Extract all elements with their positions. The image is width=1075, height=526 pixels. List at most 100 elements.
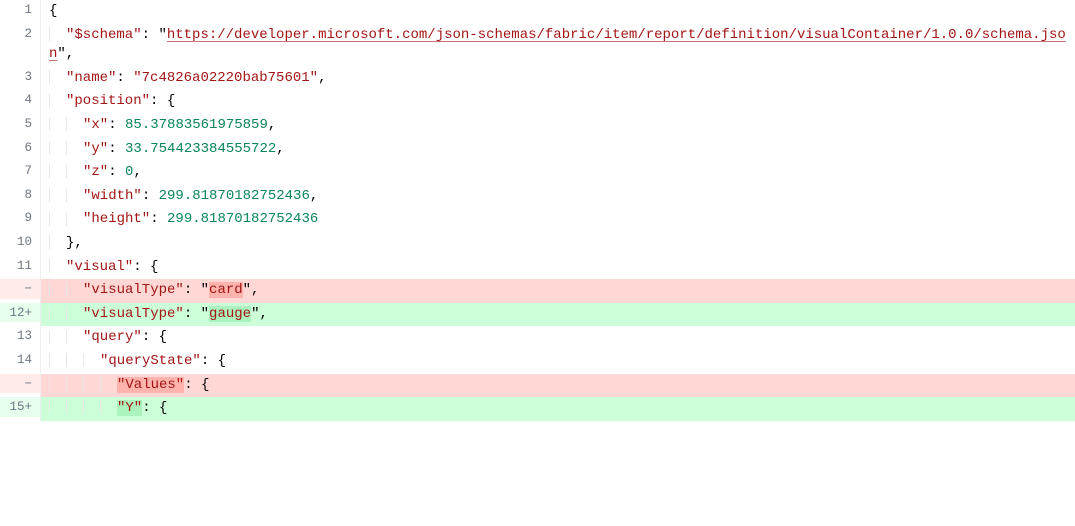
code-line[interactable]: 7"z": 0,	[0, 161, 1075, 185]
line-number: 15+	[0, 397, 40, 417]
token: "width"	[83, 188, 142, 204]
token: {	[201, 377, 209, 393]
code-line[interactable]: 13"query": {	[0, 326, 1075, 350]
token: {	[167, 93, 175, 109]
token: "	[201, 282, 209, 298]
line-content[interactable]: {	[40, 0, 1075, 24]
line-number: 6	[0, 138, 40, 158]
line-content[interactable]: "x": 85.37883561975859,	[40, 114, 1075, 138]
token: ,	[318, 70, 326, 86]
token: :	[142, 400, 159, 416]
token: :	[150, 211, 167, 227]
token: "Y"	[117, 400, 142, 416]
token: :	[142, 188, 159, 204]
line-content[interactable]: },	[40, 232, 1075, 256]
line-number: 11	[0, 256, 40, 276]
code-line[interactable]: 9"height": 299.81870182752436	[0, 208, 1075, 232]
line-content[interactable]: "visualType": "card",	[40, 279, 1075, 303]
token: :	[184, 282, 201, 298]
token: "$schema"	[66, 27, 142, 43]
token: {	[218, 353, 226, 369]
line-number: 13	[0, 326, 40, 346]
token: ,	[133, 164, 141, 180]
code-line[interactable]: 10},	[0, 232, 1075, 256]
token: :	[108, 141, 125, 157]
token: :	[108, 164, 125, 180]
code-line[interactable]: 14"queryState": {	[0, 350, 1075, 374]
token: {	[159, 400, 167, 416]
token: ,	[268, 117, 276, 133]
line-content[interactable]: "y": 33.754423384555722,	[40, 138, 1075, 162]
line-content[interactable]: "name": "7c4826a02220bab75601",	[40, 67, 1075, 91]
line-number: 9	[0, 208, 40, 228]
token: 299.81870182752436	[167, 211, 318, 227]
token: https://developer.microsoft.com/json-sch…	[49, 27, 1066, 63]
token: ,	[310, 188, 318, 204]
line-number: 4	[0, 90, 40, 110]
token: "position"	[66, 93, 150, 109]
code-editor[interactable]: 1{2"$schema": "https://developer.microso…	[0, 0, 1075, 421]
token: "7c4826a02220bab75601"	[133, 70, 318, 86]
code-line[interactable]: 12+"visualType": "gauge",	[0, 303, 1075, 327]
token: ",	[57, 46, 74, 62]
code-line[interactable]: 4"position": {	[0, 90, 1075, 114]
line-content[interactable]: "visualType": "gauge",	[40, 303, 1075, 327]
line-content[interactable]: "Y": {	[40, 397, 1075, 421]
line-content[interactable]: "Values": {	[40, 374, 1075, 398]
line-content[interactable]: "position": {	[40, 90, 1075, 114]
code-line[interactable]: 5"x": 85.37883561975859,	[0, 114, 1075, 138]
code-line[interactable]: −"visualType": "card",	[0, 279, 1075, 303]
code-line[interactable]: 6"y": 33.754423384555722,	[0, 138, 1075, 162]
code-line[interactable]: 2"$schema": "https://developer.microsoft…	[0, 24, 1075, 67]
line-number: 3	[0, 67, 40, 87]
line-number: −	[0, 374, 40, 394]
token: ",	[243, 282, 260, 298]
code-line[interactable]: 1{	[0, 0, 1075, 24]
token: :	[116, 70, 133, 86]
token: :	[201, 353, 218, 369]
line-number: 10	[0, 232, 40, 252]
token: gauge	[209, 306, 251, 322]
token: {	[49, 3, 57, 19]
token: card	[209, 282, 243, 298]
token: 33.754423384555722	[125, 141, 276, 157]
token: :	[133, 259, 150, 275]
token: :	[142, 27, 159, 43]
token: :	[142, 329, 159, 345]
line-number: 7	[0, 161, 40, 181]
token: 85.37883561975859	[125, 117, 268, 133]
line-number: 8	[0, 185, 40, 205]
code-line[interactable]: 15+"Y": {	[0, 397, 1075, 421]
line-number: 1	[0, 0, 40, 20]
token: :	[150, 93, 167, 109]
line-content[interactable]: "query": {	[40, 326, 1075, 350]
line-content[interactable]: "z": 0,	[40, 161, 1075, 185]
token: "height"	[83, 211, 150, 227]
code-line[interactable]: 8"width": 299.81870182752436,	[0, 185, 1075, 209]
token: "	[158, 27, 166, 43]
code-line[interactable]: 11"visual": {	[0, 256, 1075, 280]
token: "Values"	[117, 377, 184, 393]
token: "visualType"	[83, 306, 184, 322]
token: ,	[276, 141, 284, 157]
line-content[interactable]: "height": 299.81870182752436	[40, 208, 1075, 232]
token: :	[108, 117, 125, 133]
line-number: 5	[0, 114, 40, 134]
token: 299.81870182752436	[159, 188, 310, 204]
code-line[interactable]: −"Values": {	[0, 374, 1075, 398]
line-content[interactable]: "$schema": "https://developer.microsoft.…	[40, 24, 1075, 67]
token: "name"	[66, 70, 116, 86]
token: {	[150, 259, 158, 275]
token: "query"	[83, 329, 142, 345]
token: {	[159, 329, 167, 345]
code-line[interactable]: 3"name": "7c4826a02220bab75601",	[0, 67, 1075, 91]
line-number: 14	[0, 350, 40, 370]
line-content[interactable]: "width": 299.81870182752436,	[40, 185, 1075, 209]
token: ",	[251, 306, 268, 322]
token: :	[184, 377, 201, 393]
line-content[interactable]: "visual": {	[40, 256, 1075, 280]
line-content[interactable]: "queryState": {	[40, 350, 1075, 374]
token: "visual"	[66, 259, 133, 275]
token: "z"	[83, 164, 108, 180]
token: "	[201, 306, 209, 322]
